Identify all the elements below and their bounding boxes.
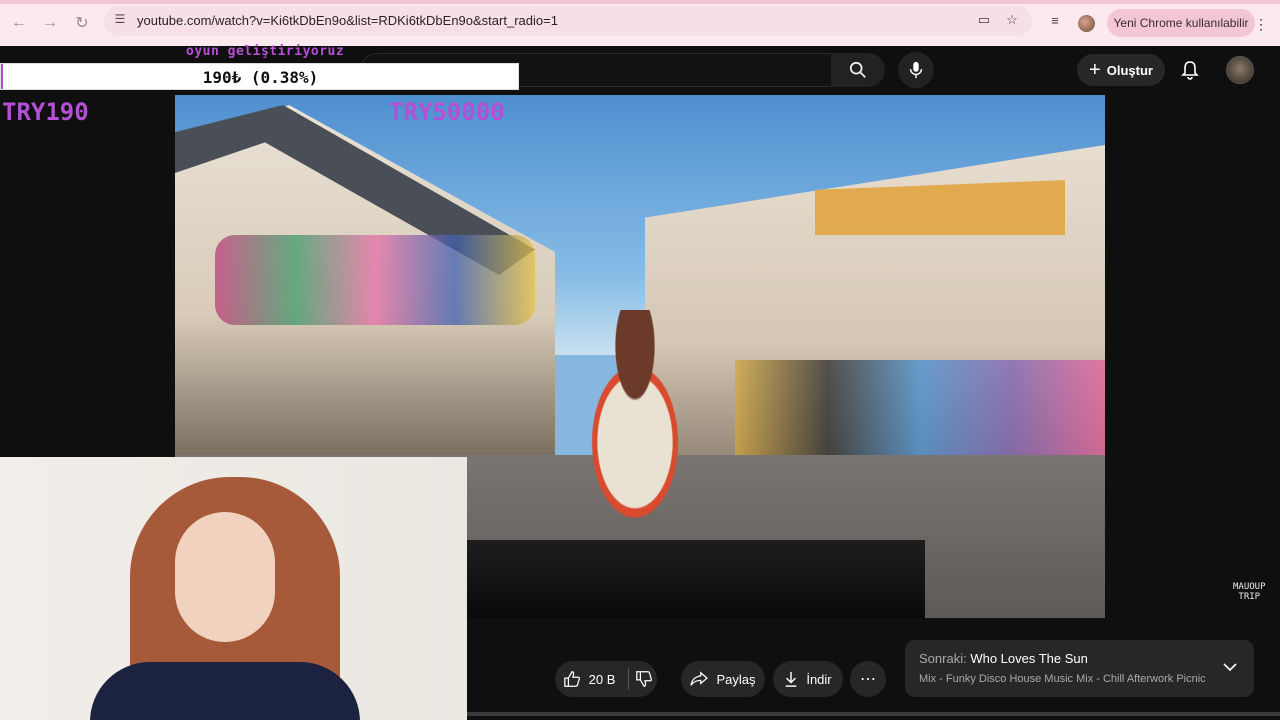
donation-amount: 190₺ (0.38%) <box>202 68 319 87</box>
goal-target: TRY50000 <box>389 98 505 126</box>
thumbs-up-icon <box>563 671 580 687</box>
goal-current: TRY190 <box>2 98 89 126</box>
reading-list-icon[interactable]: ≡ <box>1046 11 1064 29</box>
donation-goal-bar: 190₺ (0.38%) <box>0 63 519 90</box>
overlay-caption: oyun geliştiriyoruz <box>186 44 345 59</box>
video-dj-table <box>465 540 925 618</box>
bell-icon[interactable] <box>1176 56 1204 84</box>
more-actions-button[interactable]: ⋯ <box>850 661 886 697</box>
voice-search-button[interactable] <box>898 52 934 88</box>
share-icon <box>690 671 709 686</box>
forward-icon[interactable]: → <box>39 12 61 34</box>
next-up-subtitle: Mix - Funky Disco House Music Mix - Chil… <box>919 673 1206 685</box>
share-label: Paylaş <box>716 671 756 687</box>
install-icon[interactable]: ▭ <box>975 11 993 29</box>
create-button[interactable]: + Oluştur <box>1077 54 1165 86</box>
download-button[interactable]: İndir <box>773 661 843 697</box>
download-icon <box>786 671 797 687</box>
webcam-shirt <box>90 662 360 720</box>
dislike-button[interactable] <box>631 661 657 697</box>
watermark-line1: MAUOUP <box>1233 582 1266 592</box>
video-dj-figure <box>560 310 710 550</box>
download-label: İndir <box>806 671 832 687</box>
profile-avatar[interactable] <box>1078 15 1095 32</box>
webcam-face <box>175 512 275 642</box>
page-scroll-sliver <box>467 712 1280 716</box>
like-button[interactable]: 20 B <box>555 661 623 697</box>
next-up-video-title: Who Loves The Sun <box>970 651 1088 666</box>
account-avatar[interactable] <box>1226 56 1254 84</box>
chevron-down-icon[interactable] <box>1220 657 1240 677</box>
menu-icon[interactable]: ⋮ <box>1254 14 1268 34</box>
search-icon <box>849 61 866 78</box>
webcam-overlay <box>0 457 467 720</box>
like-count: 20 B <box>588 671 616 687</box>
video-watermark: MAUOUP TRIP <box>1233 582 1266 602</box>
next-up-title[interactable]: Sonraki: Who Loves The Sun <box>919 651 1088 666</box>
plus-icon: + <box>1089 59 1101 81</box>
like-divider <box>628 668 629 690</box>
create-label: Oluştur <box>1106 62 1153 78</box>
video-graffiti-left <box>215 235 535 325</box>
bookmark-star-icon[interactable]: ☆ <box>1003 11 1021 29</box>
search-button[interactable] <box>831 53 885 87</box>
chrome-update-chip[interactable]: Yeni Chrome kullanılabilir <box>1107 9 1255 37</box>
more-horizontal-icon: ⋯ <box>860 671 876 688</box>
next-up-label: Sonraki: <box>919 651 967 666</box>
url-text[interactable]: youtube.com/watch?v=Ki6tkDbEn9o&list=RDK… <box>137 13 558 28</box>
back-icon[interactable]: ← <box>8 12 30 34</box>
share-button[interactable]: Paylaş <box>681 661 765 697</box>
video-graffiti-right <box>735 360 1105 465</box>
mic-icon <box>909 61 923 79</box>
site-info-icon[interactable]: ☰ <box>112 11 128 27</box>
watermark-line2: TRIP <box>1238 592 1261 602</box>
next-up-card[interactable] <box>905 640 1254 697</box>
thumbs-down-icon <box>636 671 653 687</box>
reload-icon[interactable]: ↻ <box>71 12 93 34</box>
